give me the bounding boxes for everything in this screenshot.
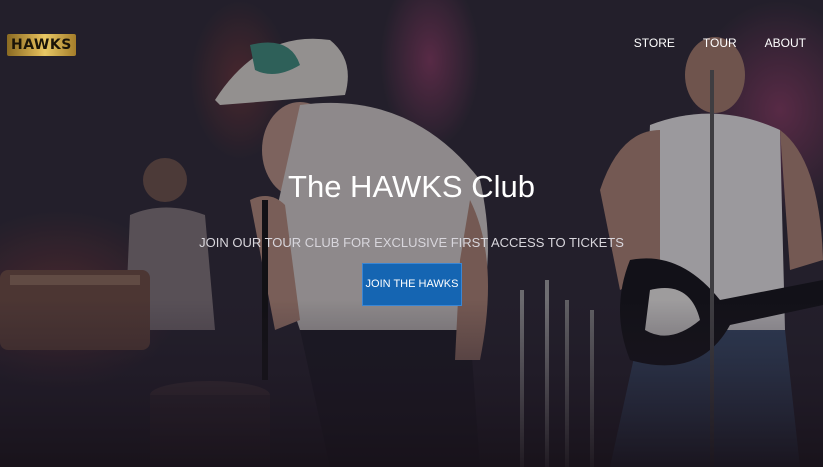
- nav-item-tour[interactable]: TOUR: [703, 35, 737, 51]
- nav-item-about[interactable]: ABOUT: [765, 35, 806, 51]
- nav-item-store[interactable]: STORE: [634, 35, 675, 51]
- join-the-hawks-button[interactable]: JOIN THE HAWKS: [362, 263, 462, 306]
- hero-section: HAWKS STORE TOUR ABOUT The HAWKS Club JO…: [0, 0, 823, 467]
- hero-subtitle: JOIN OUR TOUR CLUB FOR EXCLUSIVE FIRST A…: [199, 235, 624, 250]
- nav-menu: STORE TOUR ABOUT: [606, 35, 806, 51]
- hero-title: The HAWKS Club: [288, 169, 535, 204]
- logo-text: HAWKS: [11, 37, 72, 53]
- hawks-logo[interactable]: HAWKS: [7, 34, 76, 56]
- top-navigation: HAWKS STORE TOUR ABOUT: [0, 0, 823, 84]
